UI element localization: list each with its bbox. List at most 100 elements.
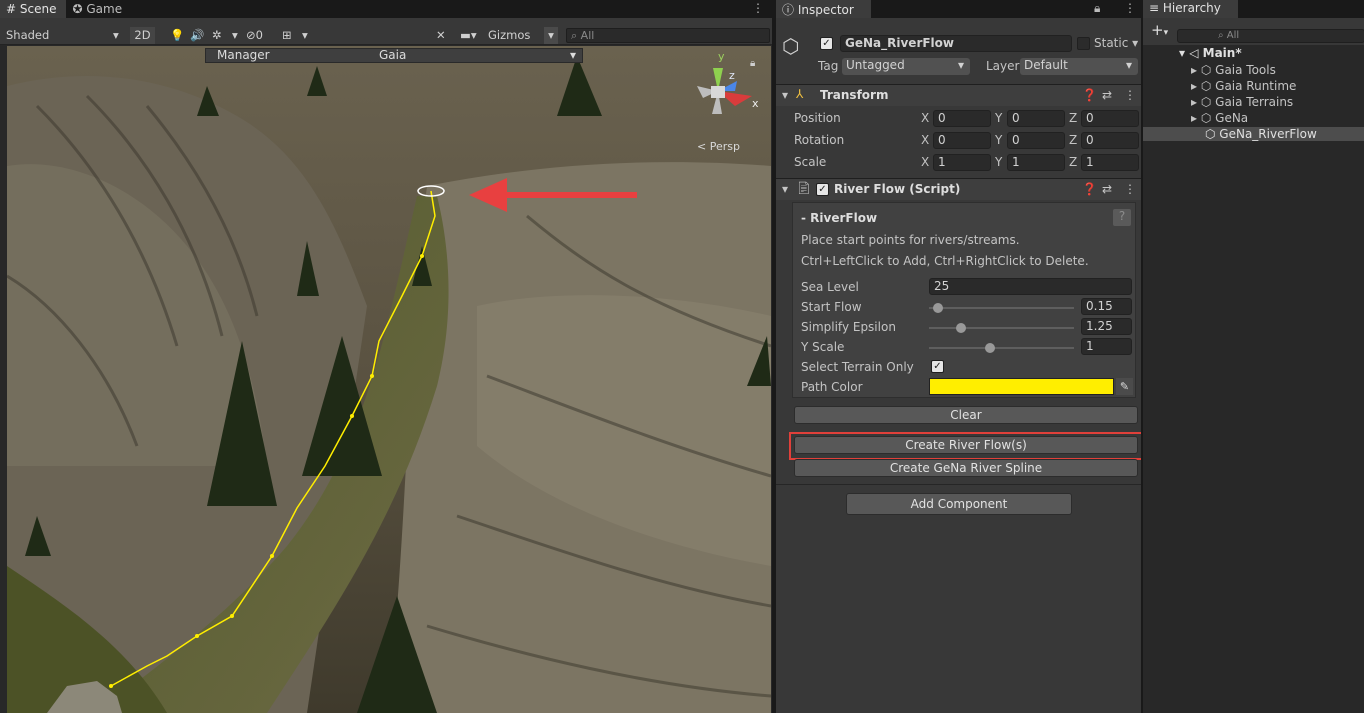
gizmos-dropdown-arrow-icon[interactable]: ▾ — [544, 27, 558, 44]
tools-icon[interactable]: ✕ — [436, 27, 446, 44]
slider-value-field[interactable]: 1 — [1081, 338, 1132, 355]
toggle-2d-button[interactable]: 2D — [130, 27, 155, 44]
scene-viewport[interactable]: y z x < Persp 🔒︎ — [7, 46, 771, 713]
shading-mode-dropdown[interactable]: Shaded — [6, 27, 49, 44]
active-checkbox[interactable]: ✓ — [820, 37, 833, 50]
hierarchy-item-label: GeNa — [1215, 111, 1249, 125]
slider-track[interactable] — [929, 307, 1074, 309]
overlay-manager-label[interactable]: Manager — [217, 49, 270, 62]
help-button[interactable]: ? — [1113, 209, 1131, 226]
transform-x-field[interactable]: 1 — [933, 154, 991, 171]
lock-icon[interactable]: 🔒︎ — [750, 58, 755, 69]
transform-row-label: Position — [794, 111, 841, 125]
scene-panel: # Scene ✪ Game ⋮ Shaded ▾ 2D 💡 🔊 ✲ ▾ ⊘0 … — [0, 0, 772, 713]
tab-scene[interactable]: # Scene — [0, 0, 67, 18]
axis-y-label: Y — [995, 133, 1003, 147]
gizmo-x-label: x — [752, 97, 759, 110]
shading-dropdown-arrow-icon[interactable]: ▾ — [113, 27, 119, 44]
select-terrain-checkbox[interactable]: ✓ — [931, 360, 944, 373]
tab-hierarchy[interactable]: ≡ Hierarchy — [1143, 0, 1238, 18]
panel-menu-icon[interactable]: ⋮ — [744, 0, 772, 18]
slider-handle[interactable] — [984, 343, 995, 353]
scene-root[interactable]: ▾ ◁ Main* — [1179, 46, 1242, 60]
grid-icon: # — [6, 2, 17, 16]
gizmos-dropdown[interactable]: Gizmos — [488, 27, 530, 44]
hierarchy-item[interactable]: ▸ ⬡ Gaia Tools — [1191, 63, 1276, 77]
river-flow-header[interactable]: ▾ 📄︎ ✓ River Flow (Script) ❓ ⇄ ⋮ — [776, 178, 1141, 200]
hierarchy-item[interactable]: ▸ ⬡ GeNa — [1191, 111, 1248, 125]
grid-dropdown-icon[interactable]: ▾ — [302, 27, 308, 44]
path-color-field[interactable] — [929, 378, 1114, 395]
tab-inspector[interactable]: ⓘ Inspector — [776, 0, 871, 18]
create-river-flow-button[interactable]: Create River Flow(s) — [794, 436, 1138, 454]
transform-x-field[interactable]: 0 — [933, 110, 991, 127]
hierarchy-search-input[interactable]: ⌕ All — [1177, 29, 1364, 43]
tag-dropdown-arrow-icon: ▾ — [957, 58, 964, 72]
projection-toggle[interactable]: < Persp — [697, 140, 740, 153]
slider-handle[interactable] — [932, 303, 943, 313]
hierarchy-item[interactable]: ▸ ⬡ Gaia Runtime — [1191, 79, 1296, 93]
presets-icon[interactable]: ⇄ — [1102, 182, 1112, 196]
eyedropper-icon[interactable]: ✎ — [1116, 378, 1133, 395]
effects-icon[interactable]: ✲ — [212, 27, 222, 44]
sea-level-label: Sea Level — [801, 280, 859, 294]
hidden-objects-icon[interactable]: ⊘0 — [246, 27, 263, 44]
presets-icon[interactable]: ⇄ — [1102, 88, 1112, 102]
inspector-panel: ⓘ Inspector 🔒︎ ⋮ ⬡ ✓ GeNa_RiverFlow Stat… — [774, 0, 1143, 713]
overlay-dropdown-icon[interactable]: ▾ — [570, 49, 576, 62]
transform-row-label: Rotation — [794, 133, 845, 147]
tab-game[interactable]: ✪ Game — [66, 0, 132, 18]
component-menu-icon[interactable]: ⋮ — [1124, 182, 1136, 196]
inspector-menu-icon[interactable]: ⋮ — [1124, 1, 1136, 15]
expand-arrow-icon: ▾ — [1179, 46, 1186, 60]
transform-title: Transform — [820, 88, 889, 102]
add-object-button[interactable]: +▾ — [1151, 23, 1168, 41]
hierarchy-toolbar: +▾ ⌕ All — [1143, 18, 1364, 45]
hierarchy-item[interactable]: ▸ ⬡ Gaia Terrains — [1191, 95, 1293, 109]
layer-dropdown[interactable]: Default ▾ — [1020, 58, 1138, 75]
slider-value-field[interactable]: 1.25 — [1081, 318, 1132, 335]
hierarchy-item[interactable]: ⬡ GeNa_RiverFlow — [1143, 127, 1364, 141]
slider-value-field[interactable]: 0.15 — [1081, 298, 1132, 315]
lock-icon[interactable]: 🔒︎ — [1094, 1, 1100, 16]
transform-z-field[interactable]: 0 — [1081, 110, 1139, 127]
expand-arrow-icon[interactable]: ▸ — [1191, 79, 1201, 93]
transform-y-field[interactable]: 1 — [1007, 154, 1065, 171]
sea-level-field[interactable]: 25 — [929, 278, 1132, 295]
object-name-field[interactable]: GeNa_RiverFlow — [840, 35, 1072, 52]
help-icon[interactable]: ❓ — [1082, 88, 1097, 102]
lighting-icon[interactable]: 💡 — [170, 27, 184, 44]
transform-y-field[interactable]: 0 — [1007, 132, 1065, 149]
transform-y-field[interactable]: 0 — [1007, 110, 1065, 127]
expand-arrow-icon[interactable]: ▸ — [1191, 111, 1201, 125]
slider-handle[interactable] — [955, 323, 966, 333]
camera-icon[interactable]: ▬▾ — [460, 27, 477, 44]
transform-header[interactable]: ▾ ⅄ Transform ❓ ⇄ ⋮ — [776, 84, 1141, 106]
expand-arrow-icon[interactable]: ▸ — [1191, 95, 1201, 109]
slider-track[interactable] — [929, 347, 1074, 349]
transform-z-field[interactable]: 0 — [1081, 132, 1139, 149]
component-menu-icon[interactable]: ⋮ — [1124, 88, 1136, 102]
expand-arrow-icon[interactable]: ▸ — [1191, 63, 1201, 77]
clear-button[interactable]: Clear — [794, 406, 1138, 424]
static-checkbox[interactable] — [1077, 37, 1090, 50]
tag-dropdown[interactable]: Untagged ▾ — [842, 58, 970, 75]
gizmo-z-label: z — [729, 69, 735, 82]
gaia-overlay-bar[interactable]: Manager Gaia ▾ — [205, 48, 583, 63]
river-flow-enabled-checkbox[interactable]: ✓ — [816, 183, 829, 196]
gamepad-icon: ✪ — [72, 2, 83, 16]
create-spline-button[interactable]: Create GeNa River Spline — [794, 459, 1138, 477]
tab-hierarchy-label: Hierarchy — [1162, 1, 1221, 15]
add-component-button[interactable]: Add Component — [846, 493, 1072, 515]
static-dropdown[interactable]: Static ▾ — [1094, 36, 1138, 50]
help-icon[interactable]: ❓ — [1082, 182, 1097, 196]
transform-x-field[interactable]: 0 — [933, 132, 991, 149]
effects-dropdown-icon[interactable]: ▾ — [232, 27, 238, 44]
chevron-left-icon: < — [697, 140, 707, 153]
grid-snap-icon[interactable]: ⊞ — [282, 27, 292, 44]
audio-icon[interactable]: 🔊 — [190, 27, 204, 44]
gizmo-y-label: y — [718, 50, 725, 63]
transform-z-field[interactable]: 1 — [1081, 154, 1139, 171]
slider-track[interactable] — [929, 327, 1074, 329]
scene-search-input[interactable]: ⌕ All — [566, 28, 770, 43]
